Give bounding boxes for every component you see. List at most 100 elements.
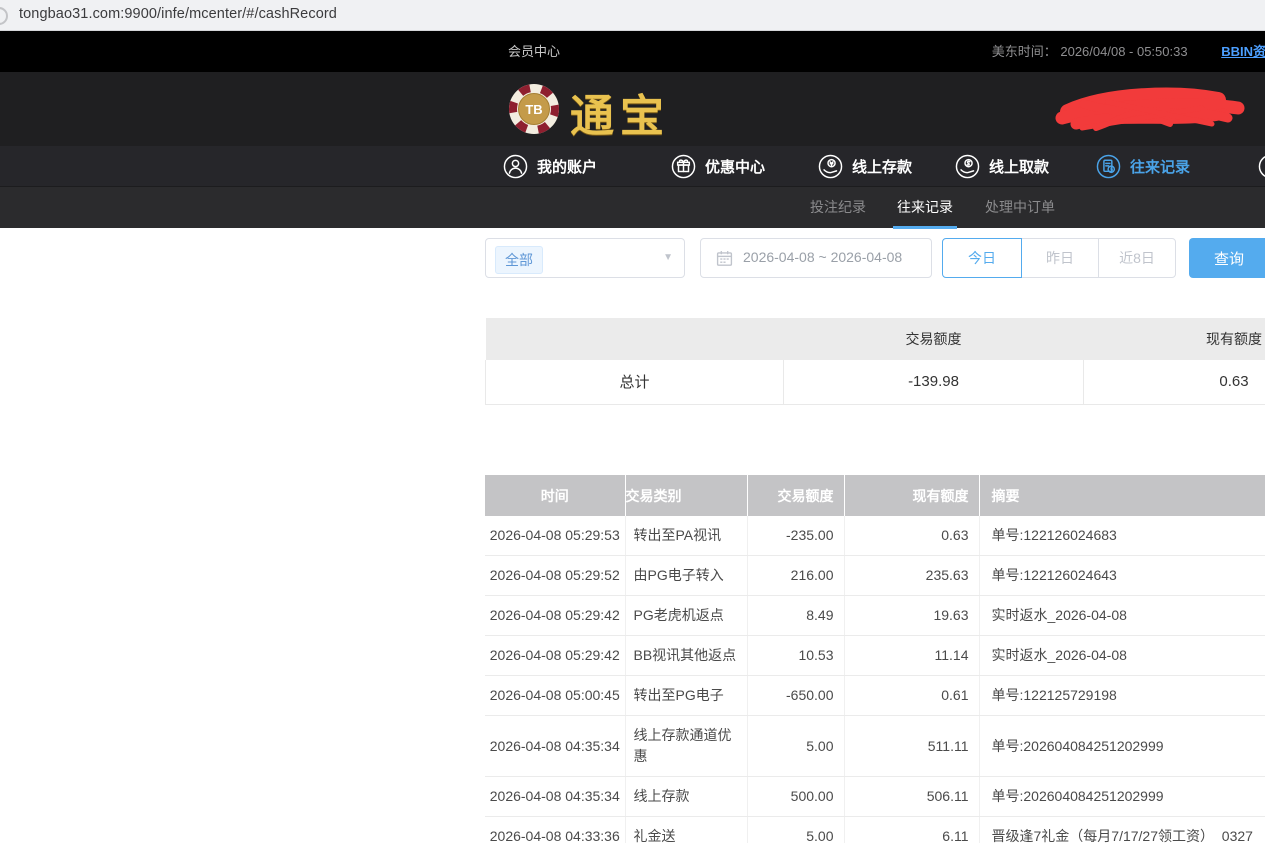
records-header-col-0: 时间 <box>485 475 625 516</box>
type-filter-select[interactable]: 全部 ▼ <box>485 238 685 278</box>
cell-time: 2026-04-08 04:33:36 <box>485 817 625 843</box>
cell-time: 2026-04-08 05:29:52 <box>485 556 625 596</box>
quick-button-today[interactable]: 今日 <box>942 238 1022 278</box>
brand-chip-icon: TB <box>507 82 561 136</box>
chevron-down-icon: ▼ <box>663 252 673 263</box>
cell-current-balance: 511.11 <box>844 716 979 777</box>
cell-time: 2026-04-08 05:29:53 <box>485 516 625 556</box>
tab-bet-records[interactable]: 投注纪录 <box>810 187 866 229</box>
cell-current-balance: 0.63 <box>844 516 979 556</box>
table-row: 2026-04-08 04:35:34线上存款500.00506.11单号:20… <box>485 777 1265 817</box>
cell-transaction-amount: 8.49 <box>747 596 844 636</box>
nav-item-my-account[interactable]: 我的账户 <box>503 146 597 186</box>
main-nav: 我的账户 优惠中心 线上存款 线上取款 往来记录 <box>0 146 1265 186</box>
cell-transaction-amount: -650.00 <box>747 676 844 716</box>
cell-type: 线上存款 <box>625 777 747 817</box>
browser-circle-icon <box>0 7 8 25</box>
nav-item-promotions[interactable]: 优惠中心 <box>671 146 765 186</box>
cell-remark: 单号:122126024643 <box>979 556 1265 596</box>
nav-item-online-withdraw[interactable]: 线上取款 <box>955 146 1049 186</box>
cell-type: BB视讯其他返点 <box>625 636 747 676</box>
cell-current-balance: 0.61 <box>844 676 979 716</box>
cell-time: 2026-04-08 04:35:34 <box>485 777 625 817</box>
summary-current-balance: 0.63 <box>1084 360 1265 404</box>
cell-remark: 单号:122126024683 <box>979 516 1265 556</box>
records-header-row: 时间交易类别交易额度现有额度摘要 <box>485 475 1265 516</box>
cell-current-balance: 19.63 <box>844 596 979 636</box>
chip-label: TB <box>525 102 542 117</box>
cell-time: 2026-04-08 05:29:42 <box>485 596 625 636</box>
cell-transaction-amount: 5.00 <box>747 817 844 843</box>
bbin-news-link[interactable]: BBIN资讯 <box>1221 44 1265 59</box>
records-header-col-3: 现有额度 <box>844 475 979 516</box>
cell-transaction-amount: -235.00 <box>747 516 844 556</box>
topbar-right: 美东时间： 2026/04/08 - 05:50:33 BBIN资讯 <box>992 31 1265 72</box>
cell-transaction-amount: 500.00 <box>747 777 844 817</box>
summary-header-empty <box>486 318 784 360</box>
redaction-scribble <box>1052 84 1248 138</box>
cell-remark: 晋级逢7礼金（每月7/17/27领工资）_0327 <box>979 817 1265 843</box>
summary-total-label: 总计 <box>486 360 784 404</box>
circle-icon <box>1258 154 1265 179</box>
table-row: 2026-04-08 04:33:36礼金送5.006.11晋级逢7礼金（每月7… <box>485 817 1265 843</box>
records-icon <box>1096 154 1121 179</box>
selected-type-tag[interactable]: 全部 <box>495 246 543 274</box>
records-header-col-2: 交易额度 <box>747 475 844 516</box>
gift-icon <box>671 154 696 179</box>
summary-total-row: 总计 -139.98 0.63 <box>486 360 1265 404</box>
table-row: 2026-04-08 05:00:45转出至PG电子-650.000.61单号:… <box>485 676 1265 716</box>
nav-item-partial[interactable] <box>1258 146 1265 186</box>
table-row: 2026-04-08 05:29:53转出至PA视讯-235.000.63单号:… <box>485 516 1265 556</box>
records-table: 时间交易类别交易额度现有额度摘要 2026-04-08 05:29:53转出至P… <box>485 475 1265 843</box>
top-bar: 会员中心 美东时间： 2026/04/08 - 05:50:33 BBIN资讯 <box>0 31 1265 72</box>
search-button[interactable]: 查询 <box>1189 238 1265 278</box>
table-row: 2026-04-08 05:29:52由PG电子转入216.00235.63单号… <box>485 556 1265 596</box>
page-url: tongbao31.com:9900/infe/mcenter/#/cashRe… <box>19 6 337 22</box>
nav-item-transaction-records[interactable]: 往来记录 <box>1096 146 1190 186</box>
cell-current-balance: 506.11 <box>844 777 979 817</box>
cell-type: PG老虎机返点 <box>625 596 747 636</box>
nav-item-online-deposit[interactable]: 线上存款 <box>818 146 912 186</box>
nav-item-label: 优惠中心 <box>705 156 765 177</box>
summary-transaction-amount: -139.98 <box>784 360 1084 404</box>
user-icon <box>503 154 528 179</box>
cell-current-balance: 235.63 <box>844 556 979 596</box>
cell-remark: 实时返水_2026-04-08 <box>979 636 1265 676</box>
date-range-value: 2026-04-08 ~ 2026-04-08 <box>743 249 902 265</box>
cell-transaction-amount: 216.00 <box>747 556 844 596</box>
cell-remark: 单号:202604084251202999 <box>979 716 1265 777</box>
cell-current-balance: 6.11 <box>844 817 979 843</box>
records-body: 2026-04-08 05:29:53转出至PA视讯-235.000.63单号:… <box>485 516 1265 843</box>
nav-item-label: 我的账户 <box>537 156 597 177</box>
eastern-time-value: 2026/04/08 - 05:50:33 <box>1060 44 1187 59</box>
brand-name: 通宝 <box>570 80 670 144</box>
cell-current-balance: 11.14 <box>844 636 979 676</box>
summary-table: 交易额度 现有额度 总计 -139.98 0.63 <box>485 318 1265 405</box>
tab-pending-orders[interactable]: 处理中订单 <box>985 187 1055 229</box>
cell-type: 线上存款通道优惠 <box>625 716 747 777</box>
member-center-label[interactable]: 会员中心 <box>508 31 560 72</box>
deposit-icon <box>818 154 843 179</box>
summary-header-transaction: 交易额度 <box>784 318 1084 360</box>
table-row: 2026-04-08 05:29:42BB视讯其他返点10.5311.14实时返… <box>485 636 1265 676</box>
quick-date-buttons: 今日昨日近8日 <box>942 238 1176 278</box>
summary-header-balance: 现有额度 <box>1084 318 1265 360</box>
eastern-time-label: 美东时间： <box>992 44 1057 59</box>
date-range-input[interactable]: 2026-04-08 ~ 2026-04-08 <box>700 238 932 278</box>
cell-remark: 单号:202604084251202999 <box>979 777 1265 817</box>
tab-transaction-records[interactable]: 往来记录 <box>897 187 953 229</box>
cell-time: 2026-04-08 05:00:45 <box>485 676 625 716</box>
cell-type: 转出至PA视讯 <box>625 516 747 556</box>
records-header-col-1: 交易类别 <box>625 475 747 516</box>
cell-transaction-amount: 10.53 <box>747 636 844 676</box>
records-header-col-4: 摘要 <box>979 475 1265 516</box>
cell-type: 由PG电子转入 <box>625 556 747 596</box>
cell-time: 2026-04-08 05:29:42 <box>485 636 625 676</box>
cell-type: 转出至PG电子 <box>625 676 747 716</box>
cell-type: 礼金送 <box>625 817 747 843</box>
calendar-icon <box>716 250 733 267</box>
quick-button-last-8-days[interactable]: 近8日 <box>1098 238 1176 278</box>
url-bar[interactable]: tongbao31.com:9900/infe/mcenter/#/cashRe… <box>0 0 1265 31</box>
quick-button-yesterday[interactable]: 昨日 <box>1021 238 1099 278</box>
sub-nav: 投注纪录往来记录处理中订单 <box>0 186 1265 228</box>
